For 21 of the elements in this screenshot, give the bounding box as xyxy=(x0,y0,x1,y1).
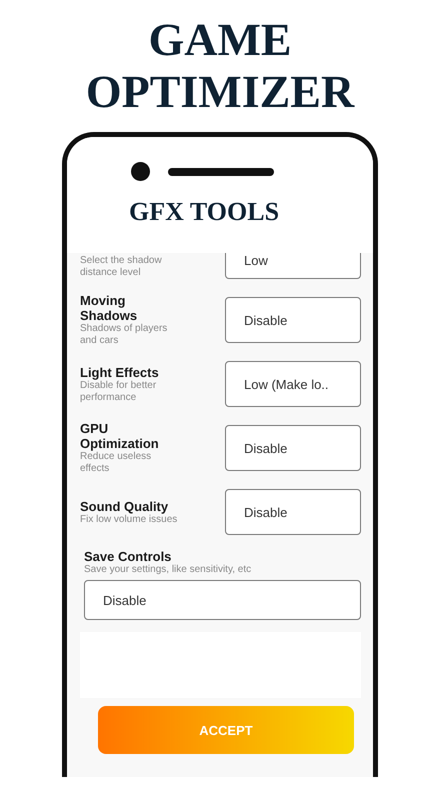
option-dropdown[interactable]: Disable xyxy=(225,297,361,343)
option-description: Shadows of players and cars xyxy=(80,323,168,347)
option-description: Reduce useless effects xyxy=(80,451,152,475)
option-dropdown[interactable]: Disable xyxy=(84,580,361,620)
option-description: Disable for better performance xyxy=(80,380,158,404)
option-description: Fix low volume issues xyxy=(80,514,178,526)
option-dropdown[interactable]: Disable xyxy=(225,425,361,471)
option-title: Save Controls xyxy=(84,549,172,564)
speaker-icon xyxy=(168,168,274,176)
option-description: Select the shadow distance level xyxy=(80,255,163,279)
option-dropdown[interactable]: Low xyxy=(225,253,361,279)
camera-icon xyxy=(131,162,150,181)
banner-title: GAME OPTIMIZER xyxy=(84,14,356,118)
option-title: Moving Shadows xyxy=(80,293,138,323)
app-title: GFX TOOLS xyxy=(129,197,280,227)
option-description: Save your settings, like sensitivity, etc xyxy=(84,564,252,576)
option-dropdown[interactable]: Low (Make lo.. xyxy=(225,361,361,407)
option-title: Light Effects xyxy=(80,364,160,380)
option-title: GPU Optimization xyxy=(80,421,160,451)
option-dropdown[interactable]: Disable xyxy=(225,489,361,535)
option-title: Sound Quality xyxy=(80,498,170,514)
